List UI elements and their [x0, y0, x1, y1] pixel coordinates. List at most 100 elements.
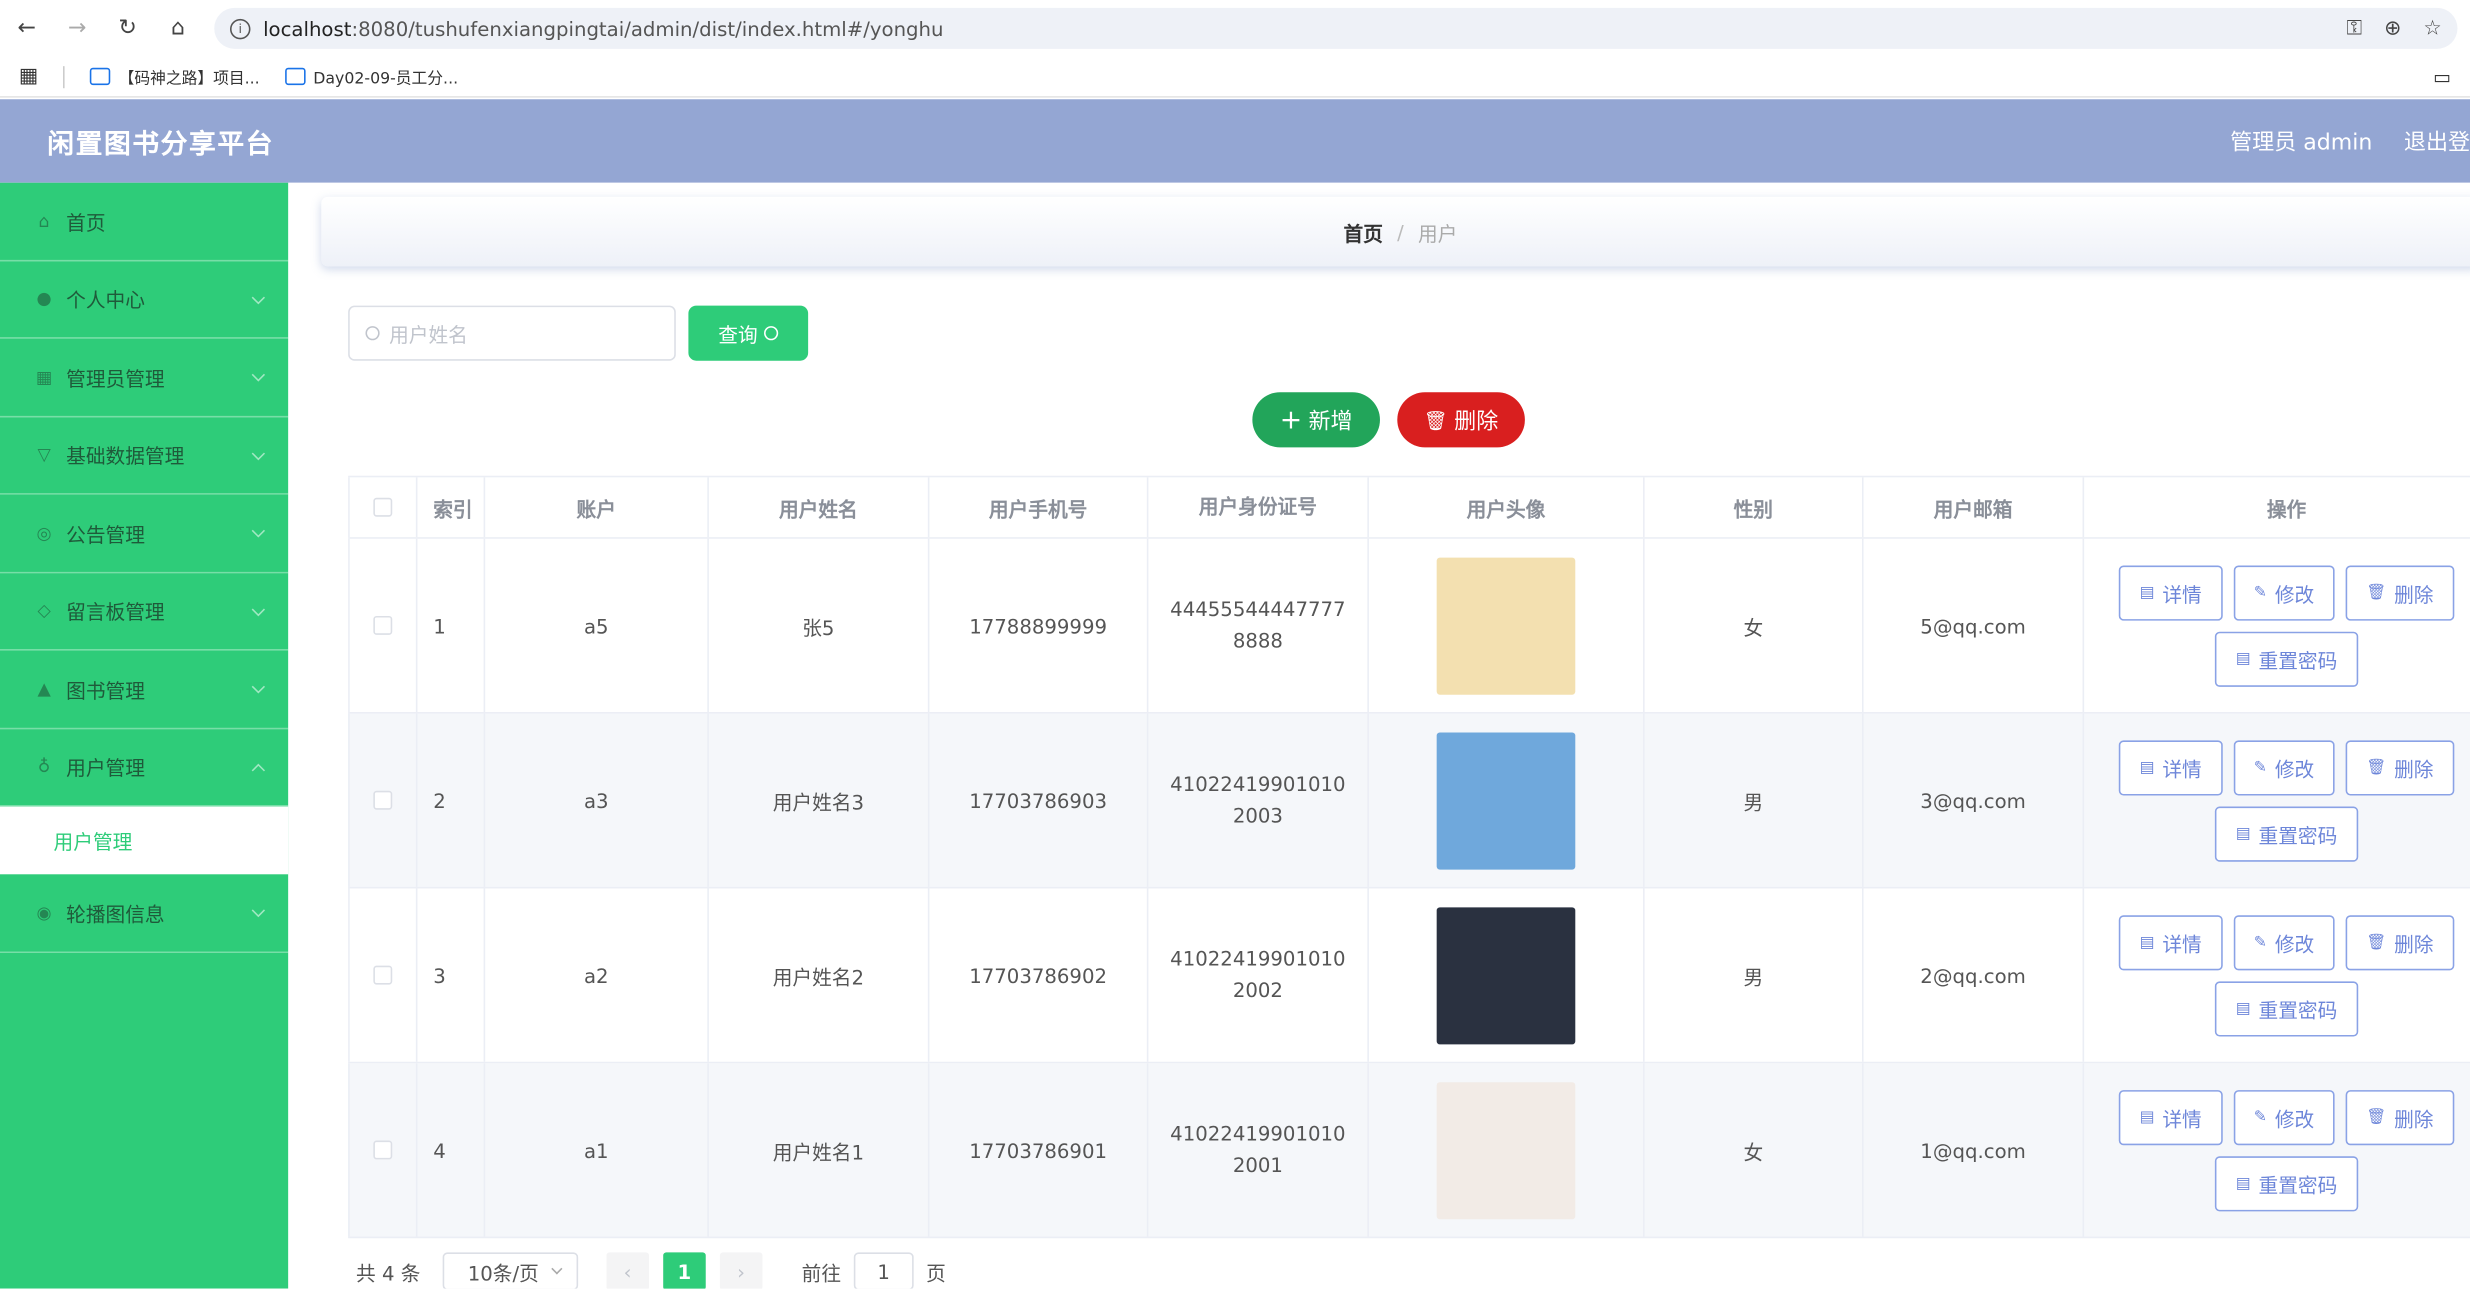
cell-gender: 男	[1645, 888, 1864, 1062]
reload-icon[interactable]: ↻	[113, 14, 141, 42]
reset-password-button[interactable]: ▤ 重置密码	[2215, 805, 2358, 861]
bookmark-item[interactable]: 【码神之路】项目...	[90, 65, 260, 88]
edit-button[interactable]: ✎ 修改	[2233, 914, 2335, 970]
reset-password-button[interactable]: ▤ 重置密码	[2215, 980, 2358, 1036]
home-browser-icon[interactable]: ⌂	[164, 14, 192, 42]
delete-row-button[interactable]: 🗑 删除	[2345, 914, 2454, 970]
cell-phone: 17703786903	[929, 713, 1149, 887]
column-header: 用户手机号	[929, 477, 1149, 538]
cell-gender: 女	[1645, 1063, 1864, 1237]
sidebar-item-admins[interactable]: ▦ 管理员管理	[0, 339, 289, 417]
cell-account: a2	[485, 888, 709, 1062]
forward-icon[interactable]: →	[63, 14, 91, 42]
back-icon[interactable]: ←	[13, 14, 41, 42]
info-icon[interactable]: i	[229, 18, 251, 39]
trash-icon: 🗑	[2366, 758, 2387, 776]
prev-page-button[interactable]: ‹	[606, 1252, 649, 1289]
batch-delete-button[interactable]: 🗑 删除	[1397, 392, 1525, 448]
sidebar: ⌂ 首页 ● 个人中心 ▦ 管理员管理 ▽ 基础数据管理 ◎ 公告管理 ◇ 留言板管理 ▲ 图…	[0, 182, 289, 1289]
user-icon: ●	[36, 288, 52, 310]
reset-password-button[interactable]: ▤ 重置密码	[2215, 1155, 2358, 1211]
page-number-current[interactable]: 1	[663, 1252, 706, 1289]
chevron-down-icon	[251, 602, 266, 616]
detail-button[interactable]: ▤ 详情	[2119, 739, 2223, 795]
search-icon	[764, 326, 779, 341]
row-checkbox[interactable]	[373, 615, 393, 635]
sidebar-item-home[interactable]: ⌂ 首页	[0, 183, 289, 261]
chevron-down-icon	[251, 446, 266, 460]
page-size-select[interactable]: 10条/页	[442, 1252, 578, 1289]
edit-icon: ✎	[2253, 758, 2267, 776]
delete-row-button[interactable]: 🗑 删除	[2345, 1089, 2454, 1145]
document-icon: ▤	[2235, 824, 2251, 842]
url-text: localhost:8080/tushufenxiangpingtai/admi…	[263, 16, 944, 41]
edit-button[interactable]: ✎ 修改	[2233, 564, 2335, 620]
search-input[interactable]: 用户姓名	[348, 305, 676, 361]
home-icon: ⌂	[38, 210, 50, 232]
detail-button[interactable]: ▤ 详情	[2119, 564, 2223, 620]
folder-icon[interactable]: ▭	[2433, 65, 2451, 87]
table-row: 1 a5 张5 17788899999 444555444477778888 女 5@qq.…	[348, 538, 2470, 714]
logout-button[interactable]: 退出登	[2404, 125, 2470, 157]
edit-icon: ✎	[2253, 1108, 2267, 1126]
edit-button[interactable]: ✎ 修改	[2233, 739, 2335, 795]
cell-name: 张5	[709, 538, 930, 713]
book-icon: ▲	[37, 678, 51, 700]
detail-button[interactable]: ▤ 详情	[2119, 914, 2223, 970]
breadcrumb: 首页 / 用户	[321, 196, 2470, 267]
image-icon: ◉	[36, 902, 52, 923]
cell-name: 用户姓名2	[709, 888, 930, 1062]
cell-phone: 17703786901	[929, 1063, 1149, 1237]
sidebar-item-messages[interactable]: ◇ 留言板管理	[0, 573, 289, 651]
search-button[interactable]: 查询	[688, 305, 809, 361]
trash-icon: 🗑	[2366, 583, 2387, 601]
select-all-checkbox[interactable]	[373, 497, 393, 517]
delete-button-label: 删除	[1454, 408, 1499, 434]
breadcrumb-home[interactable]: 首页	[1344, 217, 1383, 247]
reset-password-button[interactable]: ▤ 重置密码	[2215, 630, 2358, 687]
row-checkbox[interactable]	[373, 1140, 393, 1160]
sidebar-item-carousel[interactable]: ◉ 轮播图信息	[0, 874, 289, 953]
bilibili-icon	[90, 67, 111, 86]
table-row: 2 a3 用户姓名3 17703786903 410224199010102003 男 3@…	[348, 713, 2470, 889]
document-icon: ▤	[2139, 758, 2155, 776]
add-button[interactable]: + 新增	[1252, 392, 1380, 448]
chevron-down-icon	[251, 290, 266, 305]
bookmark-item[interactable]: Day02-09-员工分...	[284, 65, 458, 88]
sidebar-item-books[interactable]: ▲ 图书管理	[0, 651, 289, 729]
row-checkbox[interactable]	[373, 965, 393, 985]
row-checkbox[interactable]	[373, 790, 393, 810]
breadcrumb-current: 用户	[1417, 221, 1458, 245]
zoom-icon[interactable]: ⊕	[2384, 17, 2401, 41]
filter-icon: ▽	[37, 444, 51, 466]
search-button-label: 查询	[718, 322, 758, 347]
edit-icon: ✎	[2253, 933, 2267, 951]
delete-row-button[interactable]: 🗑 删除	[2345, 564, 2454, 620]
key-icon[interactable]: ⚿	[2346, 17, 2362, 41]
chevron-down-icon	[551, 1263, 563, 1275]
document-icon: ▤	[2139, 1108, 2155, 1126]
page-suffix: 页	[926, 1261, 946, 1285]
address-bar[interactable]: i localhost:8080/tushufenxiangpingtai/ad…	[214, 7, 2458, 49]
cell-index: 2	[417, 713, 486, 887]
apps-icon[interactable]: ▦	[19, 65, 38, 89]
next-page-button[interactable]: ›	[719, 1252, 763, 1289]
star-icon[interactable]: ☆	[2423, 17, 2441, 41]
cell-name: 用户姓名1	[709, 1063, 930, 1237]
detail-button[interactable]: ▤ 详情	[2119, 1089, 2223, 1145]
edit-icon: ✎	[2253, 583, 2267, 601]
sidebar-item-profile[interactable]: ● 个人中心	[0, 261, 289, 339]
sidebar-item-users[interactable]: ♁ 用户管理	[0, 729, 289, 807]
avatar	[1436, 1081, 1576, 1219]
edit-button[interactable]: ✎ 修改	[2233, 1089, 2335, 1145]
delete-row-button[interactable]: 🗑 删除	[2345, 739, 2454, 795]
column-header: 索引	[417, 477, 486, 538]
page-jump-input[interactable]: 1	[853, 1252, 914, 1289]
sidebar-item-notices[interactable]: ◎ 公告管理	[0, 495, 289, 573]
grid-icon: ▦	[35, 366, 53, 388]
add-button-label: 新增	[1308, 408, 1353, 434]
submenu-item-user-manage[interactable]: 用户管理	[0, 806, 289, 875]
total-count: 共 4 条	[356, 1261, 421, 1285]
avatar	[1436, 906, 1576, 1044]
sidebar-item-basic-data[interactable]: ▽ 基础数据管理	[0, 417, 289, 495]
